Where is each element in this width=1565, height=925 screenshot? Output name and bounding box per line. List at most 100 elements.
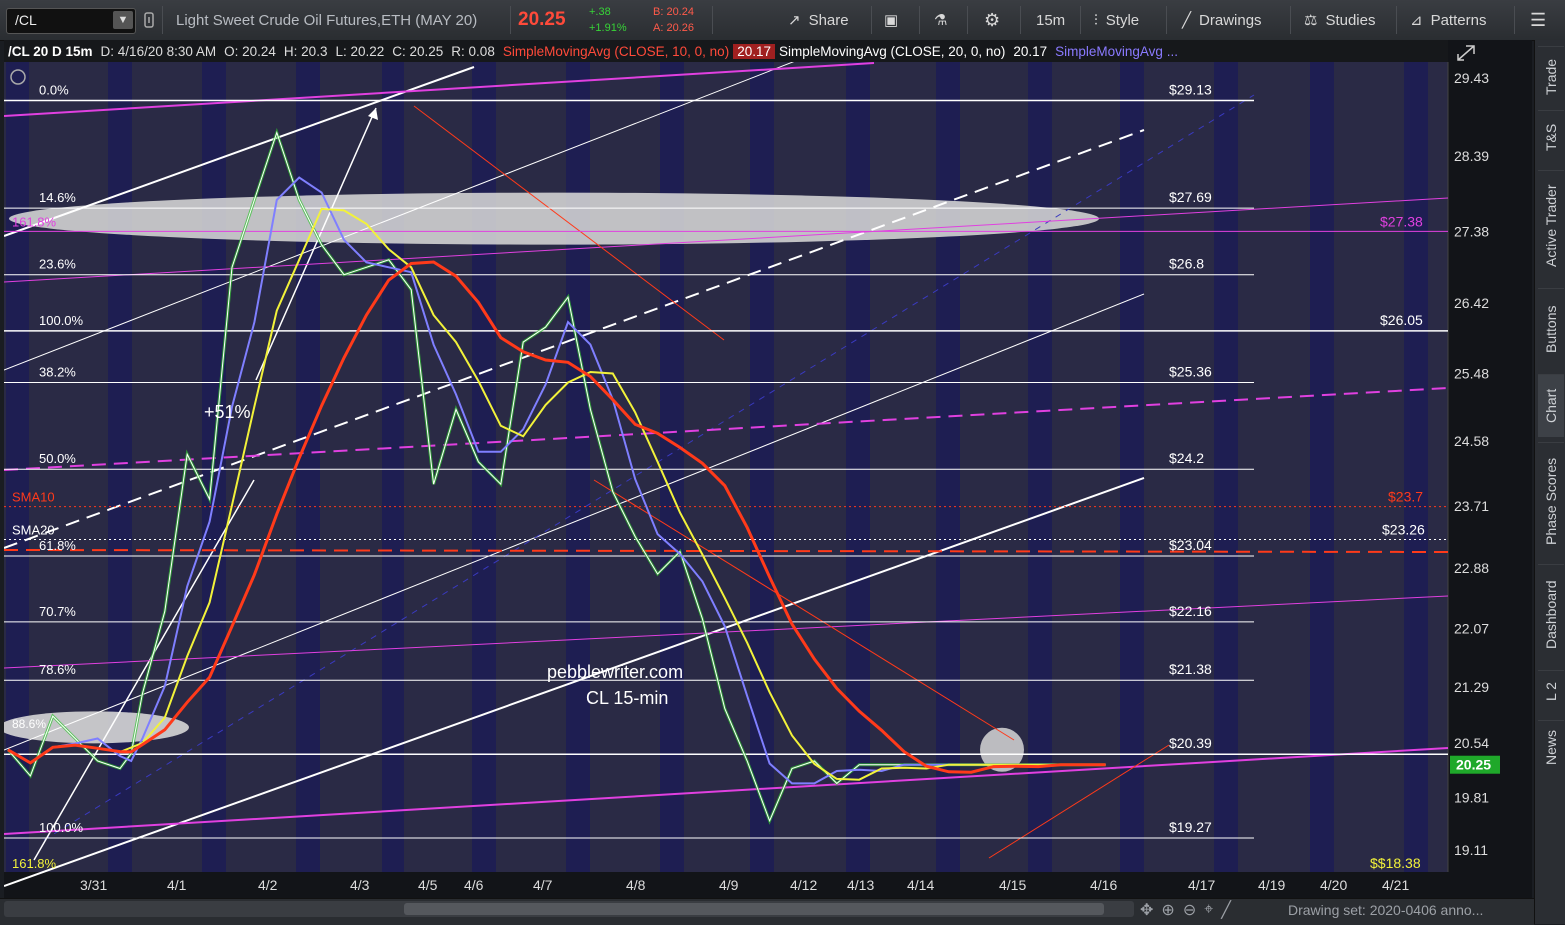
y-tick-label: 19.81 [1454, 790, 1489, 806]
sma20-label: SimpleMovingAvg (CLOSE, 20, 0, no) [778, 43, 1006, 59]
tab-news[interactable]: News [1538, 720, 1564, 773]
tab-time-and-sales[interactable]: T&S [1538, 110, 1564, 163]
price-chart[interactable]: 0.0% $29.13 14.6% $27.69 23.6% $26.8 100.0% $26… [4, 40, 1532, 900]
tab-dashboard[interactable]: Dashboard [1538, 564, 1564, 665]
sma10-value: 20.17 [733, 43, 775, 59]
fib-level-pct: 100.0% [39, 820, 84, 835]
timeframe-selector[interactable]: 15m [1036, 0, 1065, 40]
y-tick-label: 29.43 [1454, 70, 1489, 86]
tab-active-trader[interactable]: Active Trader [1538, 170, 1564, 281]
y-tick-label: 23.71 [1454, 498, 1489, 514]
session-band [660, 62, 684, 872]
fib-161-price: $27.38 [1380, 213, 1423, 229]
sma10-level-label: SMA10 [12, 490, 55, 505]
patterns-button[interactable]: ⊿ Patterns [1410, 0, 1486, 40]
sma20-value: 20.17 [1013, 43, 1048, 59]
info-low: L: 20.22 [335, 43, 385, 59]
y-tick-label: 20.54 [1454, 735, 1489, 751]
x-tick-label: 4/13 [847, 877, 874, 893]
x-tick-label: 4/21 [1382, 877, 1409, 893]
fib-level-pct: 70.7% [39, 604, 76, 619]
symbol-text: /CL [15, 12, 37, 28]
pan-icon[interactable]: ✥ [1140, 900, 1153, 920]
share-button[interactable]: ↗ Share [788, 0, 849, 40]
x-tick-label: 4/3 [350, 877, 370, 893]
style-label: Style [1105, 11, 1140, 29]
fib-level-price: $24.2 [1169, 450, 1204, 466]
x-tick-label: 3/31 [80, 877, 107, 893]
fib-level-pct: 78.6% [39, 662, 76, 677]
y-tick-label: 26.42 [1454, 295, 1489, 311]
gear-icon[interactable]: ⚙ [984, 0, 1000, 40]
tab-buttons[interactable]: Buttons [1538, 288, 1564, 369]
info-date: D: 4/16/20 8:30 AM [100, 43, 217, 59]
fib-886-label: 88.6% [12, 717, 46, 731]
y-tick-label: 22.88 [1454, 560, 1489, 576]
tab-chart[interactable]: Chart [1538, 374, 1564, 437]
fib-161-label: 161.8% [12, 214, 57, 229]
x-tick-label: 4/6 [464, 877, 484, 893]
fib-level-pct: 38.2% [39, 364, 76, 379]
drawing-tool-icon[interactable]: ╱ [1221, 900, 1231, 920]
x-tick-label: 4/2 [258, 877, 278, 893]
last-price-tag-text: 20.25 [1456, 757, 1491, 773]
y-tick-label: 24.58 [1454, 433, 1489, 449]
sma10-level-price: $23.7 [1388, 489, 1423, 505]
session-band [846, 62, 870, 872]
menu-icon[interactable]: ☰ [1530, 0, 1546, 40]
drawings-button[interactable]: ╱ Drawings [1182, 0, 1262, 40]
share-icon: ↗ [788, 12, 801, 29]
dropdown-icon[interactable]: ▼ [113, 11, 133, 29]
zoom-out-icon[interactable]: ⊖ [1183, 900, 1196, 920]
symbol-description: Light Sweet Crude Oil Futures,ETH (MAY 2… [176, 11, 478, 29]
symbol-selector[interactable]: /CL ▼ [6, 8, 136, 34]
flask-icon[interactable]: ⚗ [934, 0, 947, 40]
tab-phase-scores[interactable]: Phase Scores [1538, 442, 1564, 559]
y-tick-label: 28.39 [1454, 148, 1489, 164]
y-tick-label: 22.07 [1454, 621, 1489, 637]
watermark-line2: CL 15-min [586, 688, 668, 708]
expand-icon[interactable] [1456, 44, 1476, 62]
link-icon[interactable] [142, 0, 156, 40]
fib-level-pct: 23.6% [39, 257, 76, 272]
fib-level-pct: 100.0% [39, 313, 84, 328]
drawing-set-label[interactable]: Drawing set: 2020-0406 anno... [1288, 899, 1483, 921]
style-button[interactable]: ⫶ Style [1094, 0, 1139, 40]
info-high: H: 20.3 [283, 43, 328, 59]
x-tick-label: 4/12 [790, 877, 817, 893]
right-side-panel: Trade T&S Active Trader Buttons Chart Ph… [1534, 40, 1565, 924]
info-open: O: 20.24 [224, 43, 276, 59]
session-band [750, 62, 774, 872]
tab-level2[interactable]: L 2 [1538, 670, 1564, 713]
style-icon: ⫶ [1094, 11, 1098, 29]
fib-level-price: $22.16 [1169, 603, 1212, 619]
chart-title: /CL 20 D 15m [8, 43, 93, 59]
y-tick-label: 21.29 [1454, 679, 1489, 695]
zoom-in-icon[interactable]: ⊕ [1161, 900, 1174, 920]
scrollbar-thumb[interactable] [404, 903, 1104, 915]
fib-level-pct: 61.8% [39, 538, 76, 553]
studies-button[interactable]: ⚖ Studies [1304, 0, 1376, 40]
session-band [1310, 62, 1334, 872]
patterns-label: Patterns [1430, 11, 1487, 29]
watermark-line1: pebblewriter.com [547, 662, 683, 682]
x-tick-label: 4/17 [1188, 877, 1215, 893]
sma20-level-price: $23.26 [1382, 522, 1425, 538]
zoom-controls: ✥ ⊕ ⊖ ⌖ ╱ [1140, 899, 1231, 921]
x-tick-label: 4/14 [907, 877, 934, 893]
fib-1618-bottom-label: 161.8% [12, 856, 57, 871]
share-label: Share [808, 11, 849, 29]
flexible-grid-icon[interactable]: ▣ [884, 0, 898, 40]
fit-icon[interactable]: ⌖ [1204, 901, 1213, 919]
chart-area[interactable]: 0.0% $29.13 14.6% $27.69 23.6% $26.8 100.0% $26… [4, 40, 1532, 900]
fib-level-pct: 0.0% [39, 82, 69, 97]
tab-trade[interactable]: Trade [1538, 46, 1564, 107]
info-close: C: 20.25 [392, 43, 444, 59]
x-tick-label: 4/8 [626, 877, 646, 893]
x-tick-label: 4/19 [1258, 877, 1285, 893]
fib-level-price: $21.38 [1169, 661, 1212, 677]
price-axis [1448, 62, 1532, 900]
chart-info-bar: /CL 20 D 15m D: 4/16/20 8:30 AM O: 20.24… [4, 40, 1448, 62]
horizontal-scrollbar[interactable] [4, 901, 1134, 917]
studies-icon: ⚖ [1304, 12, 1318, 29]
